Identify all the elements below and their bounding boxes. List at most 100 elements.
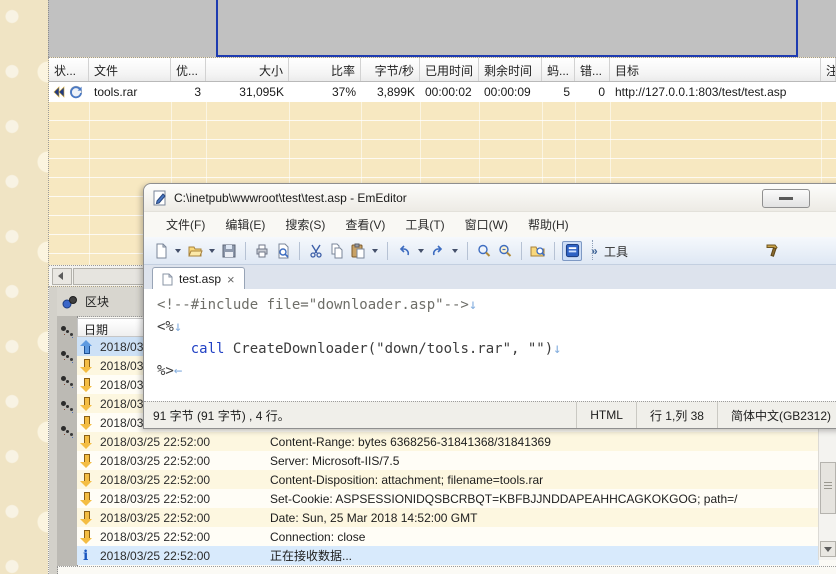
- paste-icon[interactable]: [349, 242, 367, 260]
- download-row-tools-rar[interactable]: tools.rar 3 31,095K 37% 3,899K 00:00:02 …: [49, 82, 836, 102]
- col-status[interactable]: 状...: [49, 58, 89, 81]
- save-icon[interactable]: [220, 242, 238, 260]
- log-row[interactable]: 2018/03/25 22:52:00Connection: close: [77, 527, 819, 546]
- undo-icon[interactable]: [395, 242, 413, 260]
- highlight-box-left-edge: [216, 0, 218, 57]
- emeditor-menubar: 文件(F) 编辑(E) 搜索(S) 查看(V) 工具(T) 窗口(W) 帮助(H…: [144, 212, 836, 237]
- menu-file[interactable]: 文件(F): [156, 216, 215, 233]
- code-line-4: %>←: [157, 360, 836, 382]
- status-encoding[interactable]: 简体中文(GB2312): [717, 402, 836, 428]
- panel-toggle-icon[interactable]: [562, 241, 582, 261]
- hscroll-left-arrow[interactable]: [52, 268, 72, 285]
- cut-icon[interactable]: [307, 242, 325, 260]
- new-file-dropdown[interactable]: [175, 249, 181, 253]
- print-icon[interactable]: [253, 242, 271, 260]
- log-date: 2018/03/25 22:52:00: [100, 473, 270, 487]
- menu-tools[interactable]: 工具(T): [395, 216, 454, 233]
- log-vscrollbar[interactable]: [818, 427, 836, 560]
- log-message: Set-Cookie: ASPSESSIONIDQSBCRBQT=KBFBJJN…: [270, 492, 819, 506]
- minimize-button[interactable]: [762, 189, 810, 208]
- col-errors[interactable]: 错...: [575, 58, 610, 81]
- col-note[interactable]: 注...: [821, 58, 836, 81]
- cell-ratio: 37%: [289, 85, 361, 99]
- tab-test-asp[interactable]: test.asp ×: [152, 267, 245, 290]
- log-row-icon: [79, 547, 94, 564]
- log-message: Date: Sun, 25 Mar 2018 14:52:00 GMT: [270, 511, 819, 525]
- ant-icon: [59, 374, 75, 389]
- col-ratio[interactable]: 比率: [289, 58, 361, 81]
- undo-dropdown[interactable]: [418, 249, 424, 253]
- find-next-icon[interactable]: [496, 242, 514, 260]
- cell-ants: 5: [542, 85, 575, 99]
- top-panel: [48, 0, 836, 57]
- status-cursor-position[interactable]: 行 1,列 38: [636, 402, 717, 428]
- panel-bottom-border: [57, 566, 836, 567]
- col-remaining[interactable]: 剩余时间: [479, 58, 542, 81]
- menu-view[interactable]: 查看(V): [335, 216, 395, 233]
- paste-dropdown[interactable]: [372, 249, 378, 253]
- document-icon: [162, 273, 173, 286]
- log-row[interactable]: 2018/03/25 22:52:00正在接收数据...: [77, 546, 819, 565]
- vscroll-thumb[interactable]: [820, 462, 836, 514]
- log-row-icon: [79, 528, 94, 545]
- tab-label: test.asp: [179, 272, 221, 286]
- col-ants[interactable]: 蚂...: [542, 58, 575, 81]
- status-file-info: 91 字节 (91 字节) , 4 行。: [144, 402, 576, 428]
- editor-text-area[interactable]: <!--#include file="downloader.asp"-->↓ <…: [144, 289, 836, 401]
- menu-window[interactable]: 窗口(W): [455, 216, 518, 233]
- cell-errors: 0: [575, 85, 610, 99]
- log-row[interactable]: 2018/03/25 22:52:00Content-Disposition: …: [77, 470, 819, 489]
- cell-target: http://127.0.0.1:803/test/test.asp: [610, 85, 821, 99]
- menu-help[interactable]: 帮助(H): [518, 216, 579, 233]
- col-file[interactable]: 文件: [89, 58, 171, 81]
- col-speed[interactable]: 字节/秒: [361, 58, 420, 81]
- ant-traffic-lane: [57, 316, 78, 566]
- cell-remaining: 00:00:09: [479, 85, 542, 99]
- vscroll-down-arrow[interactable]: [820, 541, 836, 557]
- open-file-dropdown[interactable]: [209, 249, 215, 253]
- netants-main-window: 状... 文件 优... 大小 比率 字节/秒 已用时间 剩余时间 蚂... 错…: [0, 0, 836, 574]
- emeditor-app-icon: [152, 190, 168, 206]
- log-row[interactable]: 2018/03/25 22:52:00Set-Cookie: ASPSESSIO…: [77, 489, 819, 508]
- open-file-icon[interactable]: [186, 242, 204, 260]
- find-icon[interactable]: [475, 242, 493, 260]
- log-row[interactable]: 2018/03/25 22:52:00Server: Microsoft-IIS…: [77, 451, 819, 470]
- log-row-icon: [79, 509, 94, 526]
- log-row-icon: [79, 357, 94, 374]
- code-line-1: <!--#include file="downloader.asp"-->↓: [157, 294, 836, 316]
- log-row-icon: [79, 414, 94, 431]
- menu-edit[interactable]: 编辑(E): [215, 216, 275, 233]
- log-date: 2018/03/25 22:52:00: [100, 511, 270, 525]
- menu-search[interactable]: 搜索(S): [275, 216, 335, 233]
- log-row-icon: [79, 395, 94, 412]
- emeditor-tabbar: test.asp ×: [144, 265, 836, 291]
- print-preview-icon[interactable]: [274, 242, 292, 260]
- log-row-icon: [79, 338, 94, 355]
- log-message: Content-Disposition: attachment; filenam…: [270, 473, 819, 487]
- emeditor-toolbar: » 工具: [144, 237, 836, 265]
- log-date: 2018/03/25 22:52:00: [100, 435, 270, 449]
- find-in-files-icon[interactable]: [529, 242, 547, 260]
- log-date: 2018/03/25 22:52:00: [100, 454, 270, 468]
- tools-toolbar-label: 工具: [604, 243, 628, 260]
- redo-dropdown[interactable]: [452, 249, 458, 253]
- cell-priority: 3: [171, 85, 206, 99]
- redo-icon[interactable]: [429, 242, 447, 260]
- hammer-tools-icon[interactable]: [764, 241, 782, 262]
- cell-speed: 3,899K: [361, 85, 420, 99]
- col-size[interactable]: 大小: [206, 58, 289, 81]
- tab-close-icon[interactable]: ×: [227, 273, 235, 286]
- new-file-icon[interactable]: [152, 242, 170, 260]
- log-row[interactable]: 2018/03/25 22:52:00Date: Sun, 25 Mar 201…: [77, 508, 819, 527]
- cell-elapsed: 00:00:02: [420, 85, 479, 99]
- copy-icon[interactable]: [328, 242, 346, 260]
- ant-badge-icon: [61, 294, 79, 310]
- emeditor-titlebar[interactable]: C:\inetpub\wwwroot\test\test.asp - EmEdi…: [144, 184, 836, 212]
- status-doc-type[interactable]: HTML: [576, 402, 636, 428]
- col-target[interactable]: 目标: [610, 58, 821, 81]
- tab-blocks-label[interactable]: 区块: [85, 293, 109, 310]
- col-priority[interactable]: 优...: [171, 58, 206, 81]
- highlight-box-right-edge: [796, 0, 798, 57]
- log-row[interactable]: 2018/03/25 22:52:00Content-Range: bytes …: [77, 432, 819, 451]
- col-elapsed[interactable]: 已用时间: [420, 58, 479, 81]
